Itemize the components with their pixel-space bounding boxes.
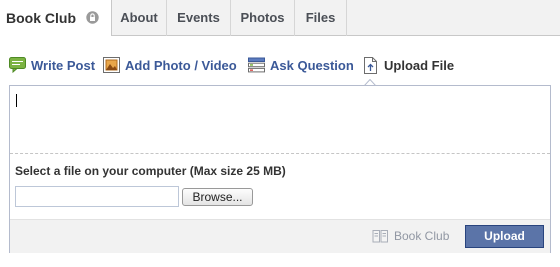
composer-tab-write-post[interactable]: Write Post (9, 56, 95, 76)
group-tab-bar: Book Club About Events Photos Files (0, 0, 560, 36)
composer-tab-label: Upload File (384, 58, 455, 73)
file-upload-icon (364, 57, 377, 74)
composer-tab-upload-file[interactable]: Upload File (362, 56, 456, 76)
audience-label: Book Club (394, 229, 450, 243)
composer-tab-label: Add Photo / Video (125, 58, 237, 73)
composer-tab-ask-question[interactable]: Ask Question (248, 56, 354, 76)
tab-files[interactable]: Files (295, 0, 347, 36)
upload-button[interactable]: Upload (465, 225, 544, 248)
composer-tab-label: Ask Question (270, 58, 354, 73)
composer-footer: Book Club Upload (10, 219, 550, 253)
speech-bubble-icon (9, 57, 26, 73)
divider (10, 153, 550, 154)
text-cursor (16, 94, 17, 107)
tab-photos[interactable]: Photos (231, 0, 295, 36)
tab-about[interactable]: About (112, 0, 167, 36)
question-list-icon (248, 57, 265, 73)
file-path-input[interactable] (15, 186, 179, 207)
group-name: Book Club (6, 10, 76, 26)
upload-file-composer: Select a file on your computer (Max size… (9, 85, 551, 253)
browse-button[interactable]: Browse... (182, 188, 253, 206)
post-text-area[interactable] (10, 86, 550, 152)
composer-tab-label: Write Post (31, 58, 96, 73)
group-audience-icon (372, 230, 388, 243)
group-name-tab[interactable]: Book Club (0, 0, 112, 36)
lock-icon (86, 11, 99, 24)
file-select-label: Select a file on your computer (Max size… (15, 164, 286, 178)
tab-events[interactable]: Events (167, 0, 231, 36)
photo-icon (103, 57, 120, 73)
composer-tab-add-photo[interactable]: Add Photo / Video (103, 56, 239, 76)
